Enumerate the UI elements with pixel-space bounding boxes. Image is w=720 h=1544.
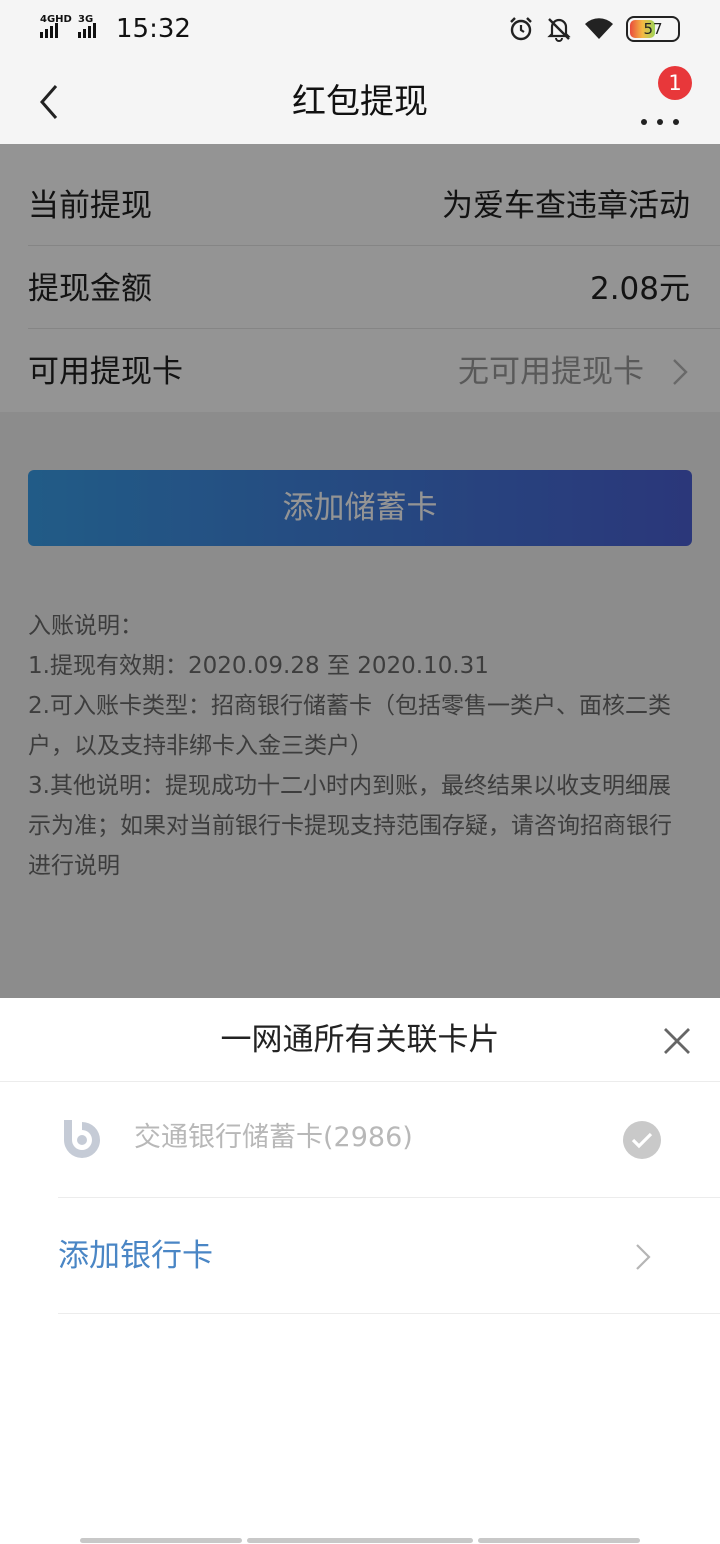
status-time: 15:32	[116, 14, 191, 44]
add-bank-card-label: 添加银行卡	[58, 1238, 213, 1274]
add-bank-card-row[interactable]: 添加银行卡	[58, 1198, 720, 1314]
nav-indicator	[478, 1538, 640, 1543]
modal-overlay[interactable]	[0, 144, 720, 998]
more-dots-icon	[641, 119, 679, 125]
bell-muted-icon	[547, 18, 571, 42]
nav-bar: 红包提现	[0, 60, 720, 144]
signal-icon: 4GHD 3G	[40, 14, 96, 38]
nav-indicator	[80, 1538, 242, 1543]
battery-level: 57	[643, 20, 663, 38]
notification-badge: 1	[658, 66, 692, 100]
chevron-right-icon	[636, 1244, 651, 1270]
close-button[interactable]	[660, 1024, 694, 1058]
status-bar: 4GHD 3G 15:32 57	[0, 0, 720, 60]
nav-indicator	[247, 1538, 473, 1543]
sheet-title: 一网通所有关联卡片	[220, 1022, 500, 1058]
alarm-icon	[510, 17, 532, 41]
card-item[interactable]: 交通银行储蓄卡(2986)	[58, 1082, 720, 1198]
check-circle-icon	[623, 1121, 661, 1159]
card-name: 交通银行储蓄卡(2986)	[134, 1122, 413, 1153]
battery-icon: 57	[626, 16, 680, 42]
bank-logo-icon	[64, 1120, 100, 1158]
close-icon	[664, 1028, 690, 1054]
sheet-header: 一网通所有关联卡片	[0, 998, 720, 1082]
page-title: 红包提现	[292, 82, 428, 122]
svg-text:3G: 3G	[78, 14, 93, 25]
card-select-sheet: 一网通所有关联卡片 交通银行储蓄卡(2986) 添加银行卡	[0, 998, 720, 1544]
status-icons: 57	[508, 14, 680, 44]
wifi-icon	[585, 18, 613, 39]
